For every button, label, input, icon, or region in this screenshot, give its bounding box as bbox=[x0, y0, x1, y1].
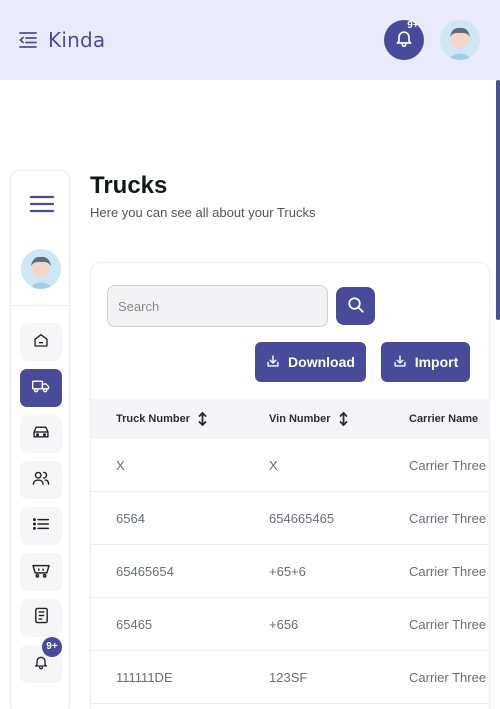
column-header-truck-number[interactable]: Truck Number bbox=[116, 399, 207, 439]
cell-vin-number: X bbox=[269, 458, 278, 473]
sidebar-item-trucks[interactable] bbox=[20, 369, 62, 407]
bell-icon bbox=[33, 654, 49, 675]
user-avatar[interactable] bbox=[440, 20, 480, 60]
page-title: Trucks bbox=[90, 172, 168, 199]
sidebar-item-home[interactable] bbox=[20, 323, 62, 361]
cell-truck-number: 6564 bbox=[116, 511, 145, 526]
cell-carrier-name: Carrier Three bbox=[409, 458, 487, 473]
sidebar-item-list[interactable] bbox=[20, 507, 62, 545]
cell-carrier-name: Carrier Three bbox=[409, 670, 487, 685]
users-icon bbox=[32, 470, 50, 491]
column-header-vin-number[interactable]: Vin Number bbox=[269, 399, 348, 439]
search-button[interactable] bbox=[336, 287, 375, 325]
sidebar-notification-badge: 9+ bbox=[42, 637, 62, 657]
cell-truck-number: X bbox=[116, 458, 125, 473]
sidebar-item-cart[interactable] bbox=[20, 553, 62, 591]
cell-truck-number: 65465 bbox=[116, 617, 153, 632]
cell-vin-number: +65+6 bbox=[269, 564, 306, 579]
sidebar-item-documents[interactable] bbox=[20, 599, 62, 637]
table-row[interactable]: 111111DE 123SF Carrier Three bbox=[91, 651, 489, 704]
cell-carrier-name: Carrier Three bbox=[409, 511, 487, 526]
sidebar-item-notifications[interactable]: 9+ bbox=[20, 637, 62, 683]
sort-icon[interactable] bbox=[198, 412, 207, 426]
sidebar-divider bbox=[11, 305, 69, 306]
import-label: Import bbox=[414, 354, 459, 370]
table-header: Truck Number Vin Number Carrier Name bbox=[91, 399, 489, 439]
column-label: Truck Number bbox=[116, 413, 190, 425]
document-icon bbox=[34, 607, 49, 629]
cell-truck-number: 111111DE bbox=[116, 670, 173, 685]
notification-badge: 9+ bbox=[407, 20, 419, 31]
notifications-button[interactable]: 9+ bbox=[384, 20, 424, 60]
menu-collapse-icon[interactable] bbox=[18, 30, 38, 50]
cell-carrier-name: Carrier Three bbox=[409, 617, 487, 632]
import-button[interactable]: Import bbox=[381, 342, 470, 382]
download-icon bbox=[266, 354, 280, 371]
list-icon bbox=[33, 517, 49, 536]
cart-icon bbox=[32, 562, 50, 583]
sort-icon[interactable] bbox=[339, 412, 348, 426]
table-row[interactable]: X X Carrier Three bbox=[91, 439, 489, 492]
truck-icon bbox=[32, 378, 50, 399]
cell-vin-number: 654665465 bbox=[269, 511, 335, 526]
car-icon bbox=[32, 424, 50, 445]
import-icon bbox=[393, 354, 407, 371]
cell-vin-number: +656 bbox=[269, 617, 299, 632]
search-icon bbox=[347, 296, 365, 317]
table-row[interactable]: 65465654 +65+6 Carrier Three bbox=[91, 545, 489, 598]
page-subtitle: Here you can see all about your Trucks bbox=[90, 205, 316, 220]
sidebar: 9+ bbox=[10, 170, 70, 709]
table-row[interactable]: 65465 +656 Carrier Three bbox=[91, 598, 489, 651]
sidebar-avatar[interactable] bbox=[21, 249, 61, 289]
hamburger-icon[interactable] bbox=[29, 195, 55, 213]
home-icon bbox=[33, 332, 49, 353]
search-input[interactable] bbox=[107, 285, 328, 327]
cell-vin-number: 123SF bbox=[269, 670, 308, 685]
trucks-card: Download Import Truck Number Vin Number … bbox=[90, 262, 490, 709]
top-bar: Kinda 9+ bbox=[0, 0, 500, 80]
sidebar-item-users[interactable] bbox=[20, 461, 62, 499]
cell-carrier-name: Carrier Three bbox=[409, 564, 487, 579]
sidebar-item-cars[interactable] bbox=[20, 415, 62, 453]
download-label: Download bbox=[288, 354, 355, 370]
column-label: Carrier Name bbox=[409, 413, 479, 425]
page-scrollbar[interactable] bbox=[496, 80, 500, 320]
download-button[interactable]: Download bbox=[255, 342, 366, 382]
table-row[interactable]: 6564 654665465 Carrier Three bbox=[91, 492, 489, 545]
column-header-carrier-name[interactable]: Carrier Name bbox=[409, 399, 478, 439]
column-label: Vin Number bbox=[269, 413, 331, 425]
brand-name: Kinda bbox=[48, 28, 106, 52]
cell-truck-number: 65465654 bbox=[116, 564, 174, 579]
